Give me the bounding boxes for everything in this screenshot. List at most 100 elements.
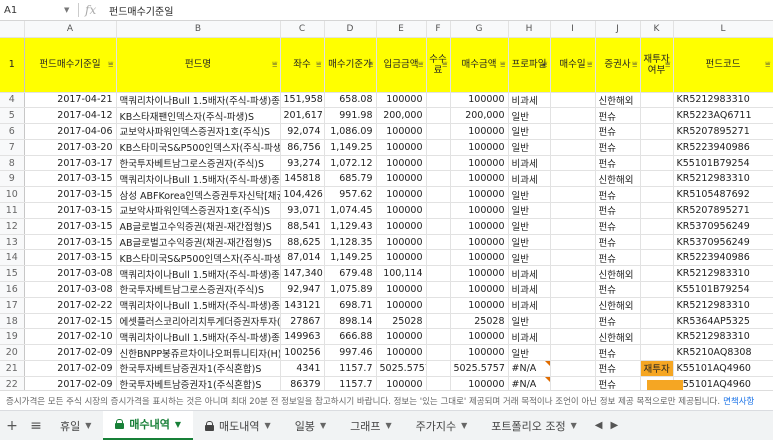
cell-h[interactable]: #N/A [508,376,551,390]
cell-e[interactable]: 100000 [376,344,427,362]
cell-f[interactable] [426,155,451,172]
cell-a[interactable]: 2017-03-15 [24,186,117,204]
cell-h[interactable]: 일반 [508,107,551,125]
row-number[interactable]: 14 [0,249,25,267]
cell-e[interactable]: 100000 [376,170,427,188]
cell-d[interactable]: 1,086.09 [324,123,377,140]
cell-a[interactable]: 2017-02-15 [24,313,117,330]
cell-f[interactable] [426,281,451,298]
cell-c[interactable]: 104,426 [280,186,325,204]
cell-j[interactable]: 신한해외 [595,170,641,188]
header-cell-e[interactable]: 입금금액 ⩸ [376,37,427,93]
cell-h[interactable]: 일반 [508,218,551,235]
filter-icon[interactable]: ⩸ [368,60,373,71]
row-number[interactable]: 22 [0,376,25,390]
cell-a[interactable]: 2017-02-22 [24,297,117,314]
filter-icon[interactable]: ⩸ [272,60,277,71]
filter-icon[interactable]: ⩸ [587,60,592,71]
cell-h[interactable]: 일반 [508,234,551,251]
header-cell-k[interactable]: 재투자여부 ⩸ [640,37,674,93]
cell-d[interactable]: 1,072.12 [324,155,377,172]
column-header-b[interactable]: B [116,21,281,38]
cell-j[interactable]: 펀슈 [595,123,641,140]
cell-k[interactable] [640,265,674,283]
cell-l[interactable]: K55101B79254 [673,281,773,298]
cell-i[interactable] [550,234,596,251]
sheet-tab[interactable]: 주가지수 ▼ [404,411,480,440]
cell-f[interactable] [426,123,451,140]
cell-e[interactable]: 100000 [376,328,427,346]
cell-h[interactable]: 일반 [508,202,551,219]
cell-f[interactable] [426,107,451,125]
cell-a[interactable]: 2017-02-09 [24,376,117,390]
cell-i[interactable] [550,265,596,283]
cell-g[interactable]: 100000 [450,202,509,219]
cell-c[interactable]: 93,071 [280,202,325,219]
cell-i[interactable] [550,281,596,298]
cell-e[interactable]: 100000 [376,249,427,267]
cell-f[interactable] [426,139,451,156]
cell-b[interactable]: 한국투자베트남그로스증권자(주식)S [116,281,281,298]
cell-c[interactable]: 145818 [280,170,325,188]
cell-i[interactable] [550,107,596,125]
cell-b[interactable]: 맥쿼리차이나Bull 1.5배자(주식-파생)종류 [116,328,281,346]
cell-g[interactable]: 100000 [450,234,509,251]
filter-icon[interactable]: ⩸ [442,60,447,71]
cell-g[interactable]: 100000 [450,281,509,298]
cell-j[interactable]: 펀슈 [595,360,641,377]
cell-i[interactable] [550,344,596,362]
cell-a[interactable]: 2017-02-09 [24,344,117,362]
cell-d[interactable]: 685.79 [324,170,377,188]
cell-b[interactable]: 맥쿼리차이나Bull 1.5배자(주식-파생)종류 [116,170,281,188]
cell-g[interactable]: 100000 [450,218,509,235]
cell-l[interactable]: KR5210AQ8308 [673,344,773,362]
header-cell-f[interactable]: 수수료 ⩸ [426,37,451,93]
cell-l[interactable]: K55101B79254 [673,155,773,172]
cell-c[interactable]: 86,756 [280,139,325,156]
cell-c[interactable]: 4341 [280,360,325,377]
chevron-down-icon[interactable]: ▼ [265,421,271,430]
cell-f[interactable] [426,313,451,330]
row-number[interactable]: 10 [0,186,25,204]
cell-h[interactable]: 일반 [508,344,551,362]
cell-b[interactable]: 한국투자베트남증권자1(주식혼합)S [116,360,281,377]
cell-a[interactable]: 2017-03-08 [24,265,117,283]
cell-h[interactable]: 일반 [508,249,551,267]
cell-k[interactable] [640,281,674,298]
cell-j[interactable]: 펀슈 [595,186,641,204]
cell-g[interactable]: 100000 [450,139,509,156]
sheet-tab[interactable]: 그래프 ▼ [338,411,404,440]
cell-l[interactable]: KR5364AP5325 [673,313,773,330]
cell-i[interactable] [550,123,596,140]
cell-i[interactable] [550,218,596,235]
row-number[interactable]: 6 [0,123,25,140]
cell-j[interactable]: 펀슈 [595,249,641,267]
cell-b[interactable]: 에셋플러스코리아리치투게더증권자투자( [116,313,281,330]
cell-d[interactable]: 1157.7 [324,376,377,390]
cell-g[interactable]: 100000 [450,92,509,109]
cell-l[interactable]: K55101AQ4960 [673,360,773,377]
cell-k[interactable] [640,202,674,219]
cell-j[interactable]: 신한해외 [595,328,641,346]
cell-j[interactable]: 신한해외 [595,297,641,314]
name-box[interactable]: A1 [0,0,64,21]
cell-h[interactable]: 일반 [508,139,551,156]
cell-j[interactable]: 펀슈 [595,155,641,172]
cell-c[interactable]: 100256 [280,344,325,362]
cell-f[interactable] [426,344,451,362]
column-header-l[interactable]: L [673,21,773,38]
row-number[interactable]: 16 [0,281,25,298]
cell-h[interactable]: 비과세 [508,92,551,109]
filter-icon[interactable]: ⩸ [665,60,670,71]
cell-b[interactable]: 교보악사파워인덱스증권자1호(주식)S [116,202,281,219]
column-header-f[interactable]: F [426,21,451,38]
cell-b[interactable]: 신한BNPP봉쥬르차이나오퍼튜니티자(H)[ [116,344,281,362]
cell-d[interactable]: 1,149.25 [324,139,377,156]
cell-h[interactable]: 비과세 [508,281,551,298]
filter-icon[interactable]: ⩸ [108,60,113,71]
cell-k[interactable] [640,328,674,346]
cell-d[interactable]: 679.48 [324,265,377,283]
cell-e[interactable]: 100,114 [376,265,427,283]
cell-b[interactable]: AB글로벌고수익증권(채권-재간접형)S [116,234,281,251]
cell-l[interactable]: KR5223AQ6711 [673,107,773,125]
